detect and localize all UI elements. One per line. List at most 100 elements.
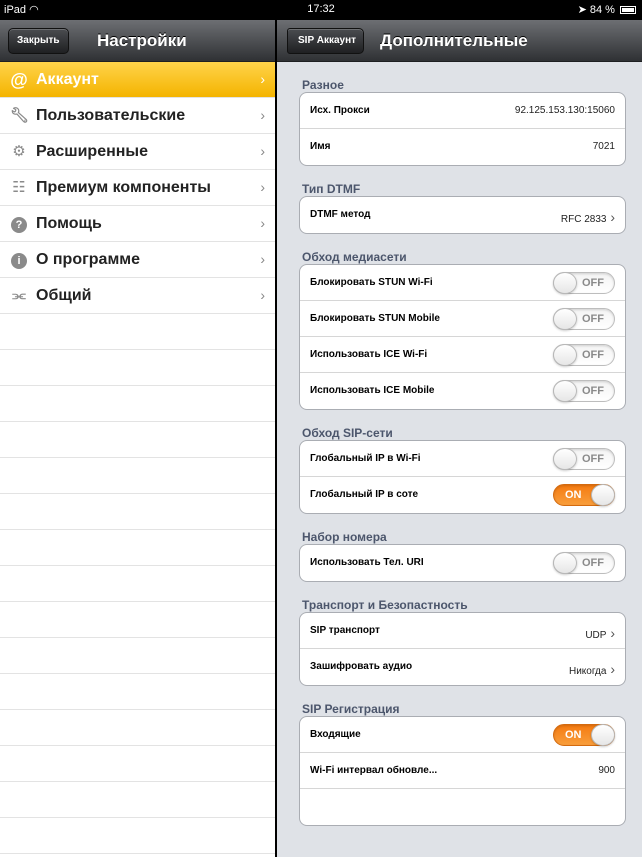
empty-row [0, 638, 275, 674]
row-wifi-refresh-interval[interactable]: Wi-Fi интервал обновле... 900 [300, 753, 625, 789]
group-sip-nat: Глобальный IP в Wi-Fi OFF Глобальный IP … [299, 440, 626, 514]
menu-item-label: Общий [36, 287, 92, 304]
chevron-right-icon: › [260, 107, 265, 123]
use-tel-uri-toggle[interactable]: OFF [553, 552, 615, 574]
battery-icon [620, 6, 636, 15]
empty-row [0, 314, 275, 350]
row-global-ip-wifi: Глобальный IP в Wi-Fi OFF [300, 441, 625, 477]
row-label: Глобальный IP в Wi-Fi [310, 453, 421, 464]
toggle-knob [591, 724, 615, 746]
group-dtmf: DTMF метод RFC 2833 [299, 196, 626, 234]
empty-row [0, 674, 275, 710]
help-icon: ? [10, 215, 28, 233]
row-partial[interactable] [300, 789, 625, 825]
chevron-right-icon: › [260, 143, 265, 159]
row-label: Глобальный IP в соте [310, 489, 419, 500]
row-label: Использовать ICE Wi-Fi [310, 349, 428, 360]
row-block-stun-mobile: Блокировать STUN Mobile OFF [300, 301, 625, 337]
toggle-knob [553, 448, 577, 470]
row-outbound-proxy[interactable]: Исх. Прокси 92.125.153.130:15060 [300, 93, 625, 129]
row-use-ice-wifi: Использовать ICE Wi-Fi OFF [300, 337, 625, 373]
row-dtmf-method[interactable]: DTMF метод RFC 2833 [300, 197, 625, 233]
wrench-icon: 🔧︎ [10, 107, 30, 124]
row-label: Имя [310, 141, 331, 152]
section-header-misc: Разное [302, 78, 344, 92]
row-use-tel-uri: Использовать Тел. URI OFF [300, 545, 625, 581]
row-name[interactable]: Имя 7021 [300, 129, 625, 165]
row-label: Использовать ICE Mobile [310, 385, 435, 396]
at-icon: @ [10, 70, 28, 90]
menu-item-label: Пользовательские [36, 107, 186, 124]
menu-item-help[interactable]: ? Помощь › [0, 206, 275, 242]
menu-item-label: Аккаунт [36, 71, 99, 88]
row-sip-transport[interactable]: SIP транспорт UDP [300, 613, 625, 649]
menu-item-account[interactable]: @ Аккаунт › [0, 62, 275, 98]
empty-row [0, 818, 275, 854]
row-encrypt-audio[interactable]: Зашифровать аудио Никогда [300, 649, 625, 685]
empty-row [0, 530, 275, 566]
group-dialing: Использовать Тел. URI OFF [299, 544, 626, 582]
group-transport: SIP транспорт UDP Зашифровать аудио Нико… [299, 612, 626, 686]
left-navigation-bar: Закрыть Настройки [0, 20, 275, 62]
back-button[interactable]: SIP Аккаунт [287, 28, 365, 54]
block-stun-mobile-toggle[interactable]: OFF [553, 308, 615, 330]
status-bar: iPad ◠ 17:32 ➤ 84 % [0, 0, 642, 20]
info-icon: i [10, 251, 28, 269]
gears-icon: ⚙ [12, 143, 26, 160]
section-header-transport: Транспорт и Безопастность [302, 598, 468, 612]
settings-master-pane: Закрыть Настройки @ Аккаунт › 🔧︎ Пользов… [0, 20, 275, 857]
use-ice-wifi-toggle[interactable]: OFF [553, 344, 615, 366]
toggle-state: OFF [582, 557, 604, 569]
empty-row [0, 494, 275, 530]
section-header-registration: SIP Регистрация [302, 702, 400, 716]
chevron-right-icon: › [260, 71, 265, 87]
battery-percent: 84 % [589, 4, 615, 16]
empty-row [0, 458, 275, 494]
close-button[interactable]: Закрыть [8, 28, 69, 54]
group-registration: Входящие ON Wi-Fi интервал обновле... 90… [299, 716, 626, 826]
menu-item-advanced[interactable]: ⚙ Расширенные › [0, 134, 275, 170]
use-ice-mobile-toggle[interactable]: OFF [553, 380, 615, 402]
empty-row [0, 746, 275, 782]
menu-item-user-settings[interactable]: 🔧︎ Пользовательские › [0, 98, 275, 134]
menu-item-label: О программе [36, 251, 141, 268]
back-button-label: SIP Аккаунт [298, 35, 357, 46]
row-value: 900 [598, 765, 615, 776]
row-use-ice-mobile: Использовать ICE Mobile OFF [300, 373, 625, 409]
incoming-toggle[interactable]: ON [553, 724, 615, 746]
section-header-dtmf: Тип DTMF [302, 182, 361, 196]
empty-row [0, 386, 275, 422]
global-ip-wifi-toggle[interactable]: OFF [553, 448, 615, 470]
empty-row [0, 422, 275, 458]
empty-row [0, 782, 275, 818]
global-ip-cell-toggle[interactable]: ON [553, 484, 615, 506]
section-header-dialing: Набор номера [302, 530, 387, 544]
menu-item-label: Расширенные [36, 143, 148, 160]
toggle-state: OFF [582, 385, 604, 397]
row-value: Никогда [569, 661, 615, 677]
menu-item-general[interactable]: ⫘ Общий › [0, 278, 275, 314]
chevron-right-icon: › [260, 287, 265, 303]
menu-item-premium[interactable]: ☷ Премиум компоненты › [0, 170, 275, 206]
right-navigation-bar: SIP Аккаунт Дополнительные [277, 20, 642, 62]
row-label: Блокировать STUN Mobile [310, 313, 440, 324]
menu-item-label: Премиум компоненты [36, 179, 211, 196]
right-nav-title: Дополнительные [380, 31, 528, 50]
toggle-knob [553, 272, 577, 294]
location-icon: ➤ [577, 4, 587, 16]
menu-item-label: Помощь [36, 215, 102, 232]
row-label: Исх. Прокси [310, 105, 370, 116]
row-label: Использовать Тел. URI [310, 557, 424, 568]
menu-item-about[interactable]: i О программе › [0, 242, 275, 278]
row-value: 7021 [592, 141, 615, 152]
toggle-knob [553, 380, 577, 402]
toggle-state: OFF [582, 453, 604, 465]
row-label: DTMF метод [310, 209, 371, 220]
clock: 17:32 [307, 3, 335, 15]
chevron-right-icon: › [260, 251, 265, 267]
toggle-knob [553, 552, 577, 574]
chevron-right-icon: › [260, 179, 265, 195]
toggle-state: ON [565, 489, 582, 501]
section-header-media-nat: Обход медиасети [302, 250, 407, 264]
block-stun-wifi-toggle[interactable]: OFF [553, 272, 615, 294]
